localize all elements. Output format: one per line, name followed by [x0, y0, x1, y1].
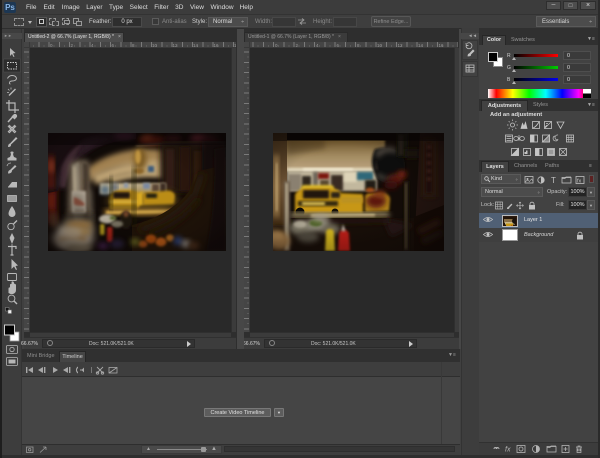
svg-text:fx: fx — [505, 447, 511, 454]
svg-text:T: T — [551, 176, 556, 185]
svg-text:fx: fx — [577, 178, 582, 184]
